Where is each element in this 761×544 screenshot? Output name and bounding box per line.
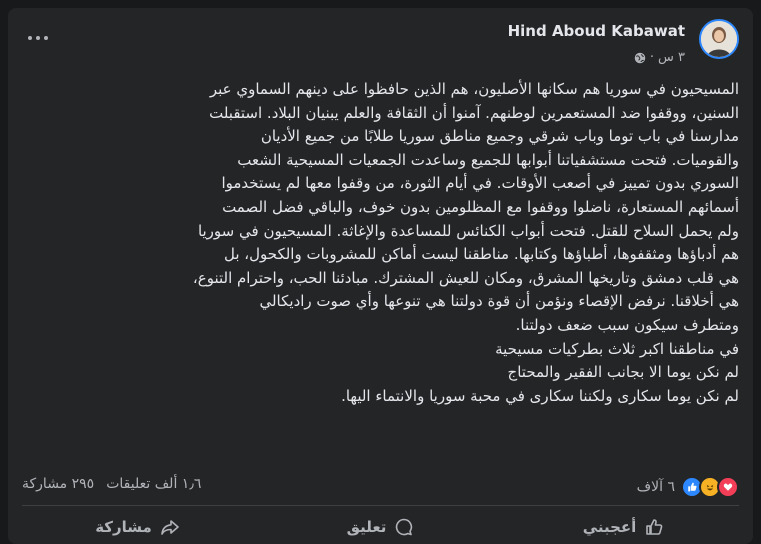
reactions-count: ٦ آلاف <box>636 479 675 495</box>
post-line: لم نكن يوما سكارى ولكننا سكارى في محبة س… <box>341 386 739 405</box>
post-stats: ٦ آلاف ١٫٦ ألف تعليقات ٢٩٥ مشاركة <box>22 476 739 498</box>
like-button[interactable]: أعجبني <box>502 510 745 544</box>
like-label: أعجبني <box>582 518 637 536</box>
engagement-counts: ١٫٦ ألف تعليقات ٢٩٥ مشاركة <box>22 476 201 492</box>
dot-icon <box>28 36 32 40</box>
post-line: السنين، ووقفوا ضد المستعمرين لوطنهم. آمن… <box>209 103 739 122</box>
post-time[interactable]: ٣ س <box>658 50 685 65</box>
post-text: المسيحيون في سوريا هم سكانها الأصليون، ه… <box>29 78 739 408</box>
post-line: والقوميات. فتحت مستشفياتنا أبوابها للجمي… <box>237 150 739 169</box>
share-label: مشاركة <box>95 518 152 536</box>
share-button[interactable]: مشاركة <box>16 510 259 544</box>
love-icon <box>717 476 739 498</box>
avatar-image <box>701 21 737 57</box>
author-name[interactable]: Hind Aboud Kabawat <box>508 22 685 40</box>
post-line: هي أخلاقنا. نرفض الإقصاء ونؤمن أن قوة دو… <box>259 292 739 311</box>
meta-separator: · <box>649 50 654 65</box>
post-line: في مناطقنا اكبر ثلاث بطركيات مسيحية <box>495 339 739 358</box>
post-meta: ٣ س · <box>634 50 685 65</box>
comment-icon <box>396 518 413 536</box>
post-line: ولم يحمل السلاح للقتل. فتحت أبواب الكنائ… <box>197 221 739 240</box>
dot-icon <box>44 36 48 40</box>
post-line: هي قلب دمشق وتاريخها المشرق، ومكان للعيش… <box>192 268 739 287</box>
post-line: هم أدباؤها ومثقفوها، أطباؤها وكتابها. من… <box>223 245 739 264</box>
post-line: مدارسنا في باب توما وباب شرقي وجميع مناط… <box>260 127 739 146</box>
post-line: لم نكن يوما الا بجانب الفقير والمحتاج <box>507 363 739 382</box>
comments-count[interactable]: ١٫٦ ألف تعليقات <box>106 476 201 492</box>
dot-icon <box>36 36 40 40</box>
reaction-icons <box>681 476 739 498</box>
globe-icon[interactable] <box>634 52 646 64</box>
shares-count[interactable]: ٢٩٥ مشاركة <box>22 476 94 492</box>
share-icon <box>161 520 179 535</box>
more-options-button[interactable] <box>24 26 52 50</box>
comment-button[interactable]: تعليق <box>259 510 502 544</box>
post-line: السوري بدون تمييز في أصعب الأوقات. في أي… <box>221 174 739 193</box>
comment-label: تعليق <box>346 518 387 536</box>
thumbs-up-icon <box>646 519 663 535</box>
post-line: المسيحيون في سوريا هم سكانها الأصليون، ه… <box>209 80 739 98</box>
post-card: Hind Aboud Kabawat ٣ س · المسيحيون في سو… <box>8 8 753 544</box>
post-line: أسمائهم المستعارة، ناضلوا ووقفوا مع المظ… <box>222 197 739 216</box>
post-header: Hind Aboud Kabawat ٣ س · <box>8 8 753 78</box>
avatar[interactable] <box>699 19 739 59</box>
post-line: ومتطرف سيكون سبب ضعف دولتنا. <box>515 315 739 334</box>
reactions-summary[interactable]: ٦ آلاف <box>637 476 739 498</box>
post-actions: أعجبني تعليق مشاركة <box>16 510 745 544</box>
divider <box>22 505 739 506</box>
